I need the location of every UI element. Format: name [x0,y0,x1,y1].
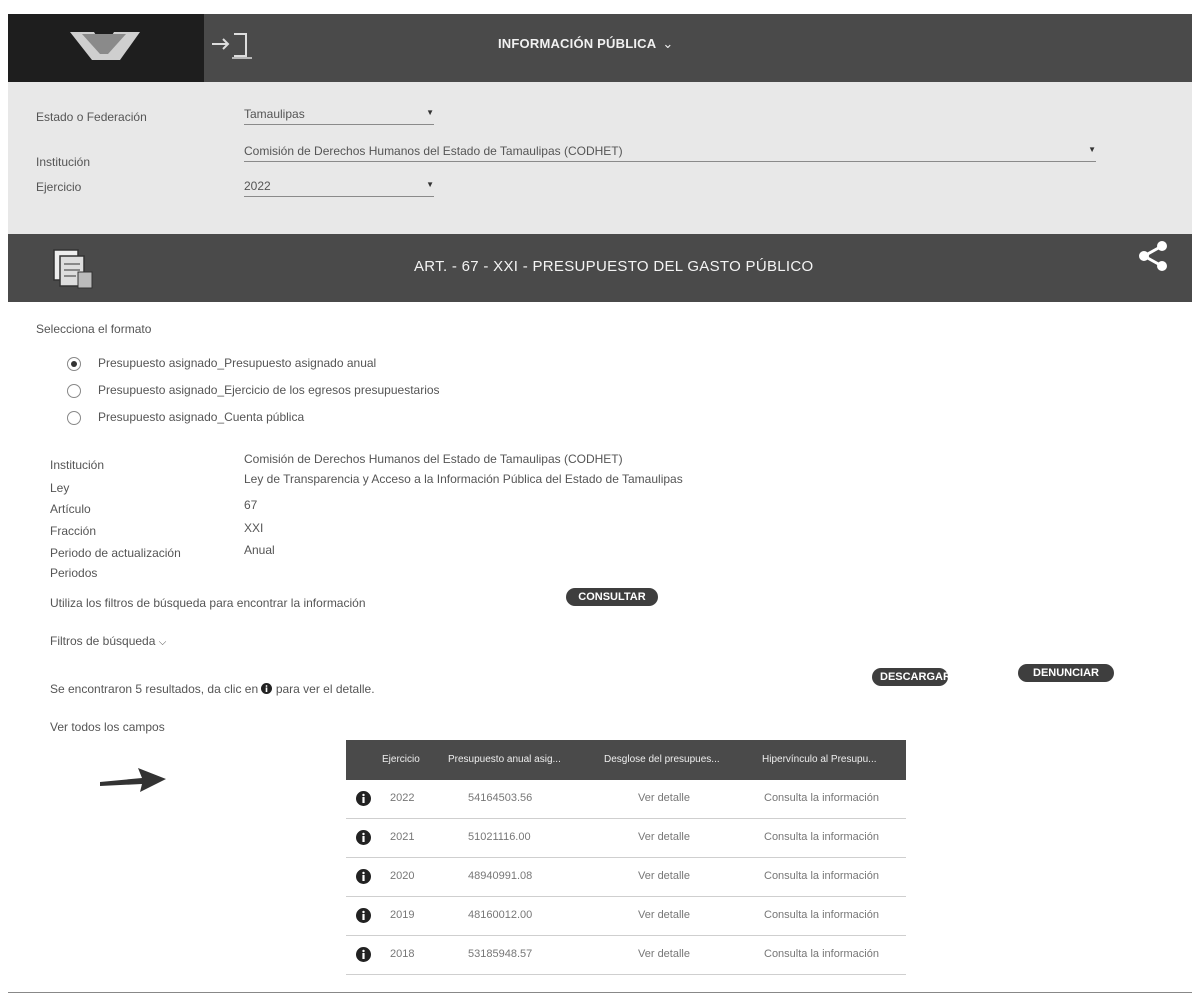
detail-value: 67 [244,498,258,512]
institucion-label: Institución [36,155,91,169]
logo-icon [70,32,140,60]
table-row: 2022 54164503.56 Ver detalle Consulta la… [346,780,906,819]
descargar-button[interactable]: DESCARGAR [872,668,951,686]
info-icon [261,683,273,694]
chevron-down-icon: ⌵ [158,637,167,648]
dropdown-arrow-icon: ▼ [426,108,434,117]
section-title: ART. - 67 - XXI - PRESUPUESTO DEL GASTO … [414,258,814,275]
table-row: 2021 51021116.00 Ver detalle Consulta la… [346,819,906,858]
filters-toggle[interactable]: Filtros de búsqueda ⌵ [50,634,166,648]
dropdown-arrow-icon: ▼ [426,180,434,189]
logo-panel[interactable] [8,14,204,82]
results-table: Ejercicio Presupuesto anual asig... Desg… [346,740,906,975]
dropdown-arrow-icon: ▼ [1088,145,1096,154]
consultar-button[interactable]: CONSULTAR [566,588,658,606]
column-header-ejercicio[interactable]: Ejercicio [382,754,432,765]
institucion-value: Comisión de Derechos Humanos del Estado … [244,144,623,158]
document-stack-icon [48,246,100,292]
detail-label: Periodo de actualización [50,546,181,560]
cell-desglose-link[interactable]: Ver detalle [638,792,690,804]
format-prompt: Selecciona el formato [36,322,152,336]
column-header-hipervinculo[interactable]: Hipervínculo al Presupu... [762,754,902,765]
cell-hipervinculo-link[interactable]: Consulta la información [764,870,879,882]
columns-link[interactable]: Ver todos los campos [50,720,165,734]
table-header: Ejercicio Presupuesto anual asig... Desg… [346,740,906,780]
periods-label: Periodos [50,566,98,580]
cell-desglose-link[interactable]: Ver detalle [638,909,690,921]
cell-ejercicio: 2020 [390,870,415,882]
info-icon[interactable] [356,869,371,884]
table-row: 2018 53185948.57 Ver detalle Consulta la… [346,936,906,975]
query-hint: Utiliza los filtros de búsqueda para enc… [50,596,366,610]
information-menu[interactable]: INFORMACIÓN PÚBLICA ⌄ [498,36,673,52]
detail-label: Artículo [50,502,91,516]
cell-presupuesto: 53185948.57 [468,948,533,960]
cell-presupuesto: 48940991.08 [468,870,533,882]
institucion-select[interactable]: Comisión de Derechos Humanos del Estado … [244,143,1096,162]
info-icon[interactable] [356,908,371,923]
estado-select[interactable]: Tamaulipas ▼ [244,106,434,125]
cell-desglose-link[interactable]: Ver detalle [638,831,690,843]
info-icon[interactable] [356,947,371,962]
cell-desglose-link[interactable]: Ver detalle [638,870,690,882]
column-header-desglose[interactable]: Desglose del presupues... [604,754,734,765]
format-option-label[interactable]: Presupuesto asignado_Ejercicio de los eg… [98,383,440,397]
cell-hipervinculo-link[interactable]: Consulta la información [764,792,879,804]
cell-ejercicio: 2019 [390,909,415,921]
table-row: 2020 48940991.08 Ver detalle Consulta la… [346,858,906,897]
arrow-right-icon [98,762,168,796]
detail-value: Comisión de Derechos Humanos del Estado … [244,452,623,466]
cell-presupuesto: 48160012.00 [468,909,533,921]
format-option-label[interactable]: Presupuesto asignado_Presupuesto asignad… [98,356,376,370]
column-header-presupuesto[interactable]: Presupuesto anual asig... [448,754,568,765]
radio-format-3[interactable] [67,411,81,425]
estado-value: Tamaulipas [244,107,305,121]
filters-toggle-label: Filtros de búsqueda [50,634,156,648]
cell-hipervinculo-link[interactable]: Consulta la información [764,909,879,921]
detail-value: Ley de Transparencia y Acceso a la Infor… [244,472,683,486]
results-summary-text: Se encontraron 5 resultados, da clic en [50,682,259,696]
results-summary-end: para ver el detalle. [275,682,375,696]
detail-label: Fracción [50,524,97,538]
page-bottom-divider [8,992,1192,993]
format-option-label[interactable]: Presupuesto asignado_Cuenta pública [98,410,304,424]
cell-presupuesto: 51021116.00 [468,831,531,843]
radio-format-2[interactable] [67,384,81,398]
results-summary: Se encontraron 5 resultados, da clic en … [50,682,375,696]
cell-ejercicio: 2018 [390,948,415,960]
ejercicio-label: Ejercicio [36,180,82,194]
detail-value: Anual [244,543,275,557]
radio-format-1[interactable] [67,357,81,371]
cell-presupuesto: 54164503.56 [468,792,533,804]
chevron-down-icon: ⌄ [662,36,674,51]
info-icon[interactable] [356,791,371,806]
ejercicio-value: 2022 [244,179,271,193]
info-icon[interactable] [356,830,371,845]
ejercicio-select[interactable]: 2022 ▼ [244,178,434,197]
detail-label: Ley [50,481,70,495]
detail-value: XXI [244,521,264,535]
share-icon[interactable] [1136,240,1170,272]
cell-ejercicio: 2022 [390,792,415,804]
denunciar-button[interactable]: DENUNCIAR [1018,664,1114,682]
detail-label: Institución [50,458,105,472]
information-menu-label: INFORMACIÓN PÚBLICA [498,36,657,51]
login-icon[interactable] [210,30,260,60]
cell-hipervinculo-link[interactable]: Consulta la información [764,831,879,843]
cell-ejercicio: 2021 [390,831,415,843]
cell-hipervinculo-link[interactable]: Consulta la información [764,948,879,960]
cell-desglose-link[interactable]: Ver detalle [638,948,690,960]
estado-label: Estado o Federación [36,110,147,124]
table-row: 2019 48160012.00 Ver detalle Consulta la… [346,897,906,936]
